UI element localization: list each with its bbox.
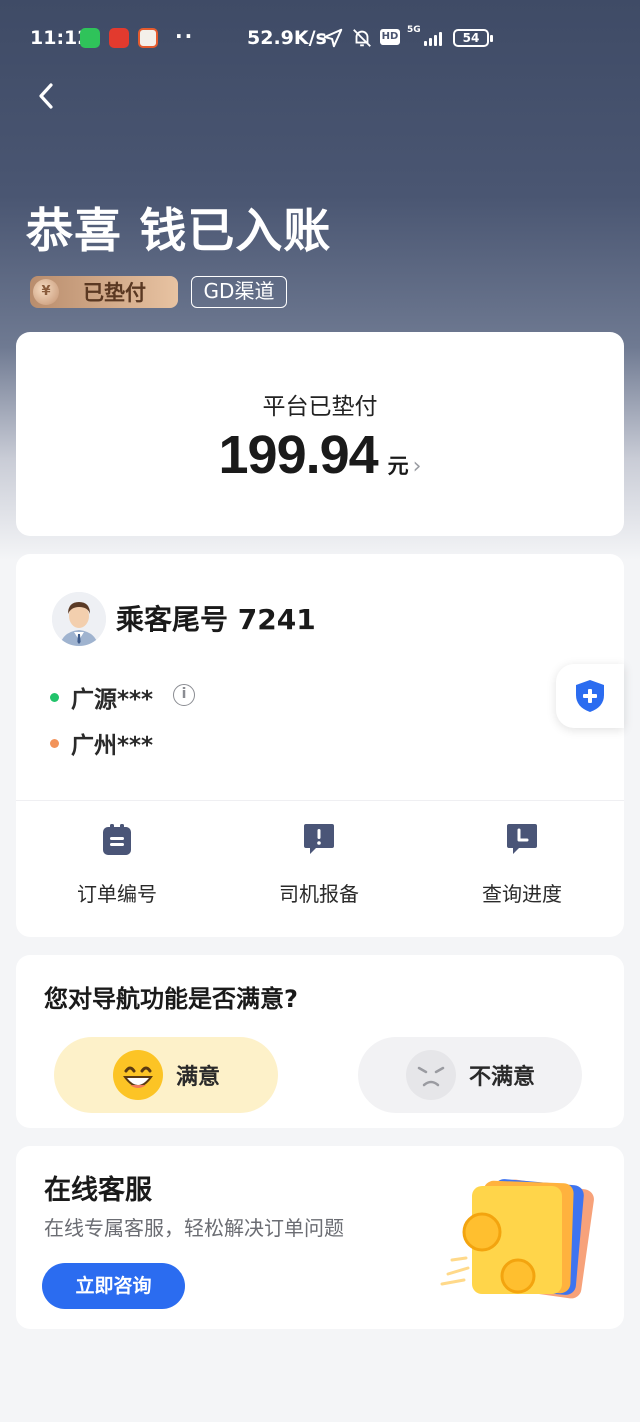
unhappy-face-icon bbox=[405, 1050, 456, 1100]
service-title: 在线客服 bbox=[44, 1175, 152, 1206]
destination-text: 广州*** bbox=[71, 733, 154, 759]
shield-plus-icon bbox=[576, 680, 604, 712]
route-destination: 广州*** bbox=[50, 726, 153, 760]
chevron-left-icon bbox=[39, 83, 53, 109]
back-button[interactable] bbox=[28, 78, 64, 114]
clock-chat-icon bbox=[507, 824, 537, 854]
news-app-icon bbox=[109, 28, 129, 48]
route-origin: 广源*** bbox=[50, 680, 153, 714]
action-label: 司机报备 bbox=[279, 882, 359, 906]
consult-now-button[interactable]: 立即咨询 bbox=[42, 1263, 185, 1309]
unsatisfied-label: 不满意 bbox=[468, 1065, 535, 1090]
satisfied-button[interactable]: 满意 bbox=[54, 1037, 278, 1113]
info-icon[interactable]: i bbox=[173, 684, 195, 706]
check-progress-button[interactable]: 查询进度 bbox=[442, 822, 602, 907]
amount-card[interactable]: 平台已垫付 199.94 元 › bbox=[16, 332, 624, 536]
passenger-avatar-icon bbox=[52, 592, 106, 646]
satisfied-label: 满意 bbox=[175, 1065, 220, 1090]
amount-row[interactable]: 199.94 元 › bbox=[16, 424, 624, 486]
mute-bell-icon bbox=[353, 29, 371, 47]
alert-chat-icon bbox=[304, 824, 334, 854]
battery-icon: 54 bbox=[453, 29, 493, 47]
action-label: 查询进度 bbox=[482, 882, 562, 906]
amount-label: 平台已垫付 bbox=[262, 394, 378, 420]
service-subtitle: 在线专属客服，轻松解决订单问题 bbox=[44, 1216, 344, 1240]
clipboard-icon bbox=[103, 824, 131, 855]
amount-unit: 元 bbox=[387, 454, 409, 478]
phone-app-icon bbox=[80, 28, 100, 48]
paid-badge: ¥ 已垫付 bbox=[30, 276, 178, 308]
coin-icon: ¥ bbox=[33, 279, 59, 305]
divider bbox=[16, 800, 624, 801]
origin-text: 广源*** bbox=[71, 687, 154, 713]
customer-service-card: 在线客服 在线专属客服，轻松解决订单问题 立即咨询 bbox=[16, 1146, 624, 1329]
chevron-right-icon: › bbox=[412, 454, 422, 479]
service-cards-illustration-icon bbox=[440, 1179, 594, 1299]
location-arrow-icon bbox=[323, 28, 343, 48]
happy-face-icon bbox=[112, 1050, 163, 1100]
driver-report-button[interactable]: 司机报备 bbox=[239, 822, 399, 907]
avatar bbox=[52, 592, 106, 646]
unsatisfied-button[interactable]: 不满意 bbox=[358, 1037, 582, 1113]
hd-icon: HD bbox=[380, 29, 400, 45]
page-title: 恭喜 钱已入账 bbox=[26, 204, 332, 259]
passenger-id: 乘客尾号 7241 bbox=[116, 603, 316, 636]
amount-value: 199.94 bbox=[218, 425, 379, 485]
survey-card: 您对导航功能是否满意? 满意 不满意 bbox=[16, 955, 624, 1128]
signal-icon bbox=[424, 30, 446, 46]
net-speed: 52.9K/s bbox=[247, 27, 327, 49]
trip-card: 乘客尾号 7241 广源*** i 广州*** 订单编号 司机报备 查询进度 bbox=[16, 554, 624, 937]
destination-dot-icon bbox=[50, 738, 59, 748]
safety-button[interactable] bbox=[556, 664, 624, 728]
yangguang-app-icon bbox=[138, 28, 158, 48]
action-label: 订单编号 bbox=[77, 882, 157, 906]
origin-dot-icon bbox=[50, 692, 59, 702]
network-label: 5G bbox=[407, 25, 421, 35]
status-more-dots: ·· bbox=[175, 24, 195, 48]
channel-badge: GD渠道 bbox=[191, 276, 287, 308]
survey-question: 您对导航功能是否满意? bbox=[44, 985, 298, 1013]
paid-badge-label: 已垫付 bbox=[83, 281, 146, 305]
order-number-button[interactable]: 订单编号 bbox=[37, 822, 197, 907]
status-bar: 11:12 ·· 52.9K/s HD 5G 54 bbox=[0, 0, 640, 76]
